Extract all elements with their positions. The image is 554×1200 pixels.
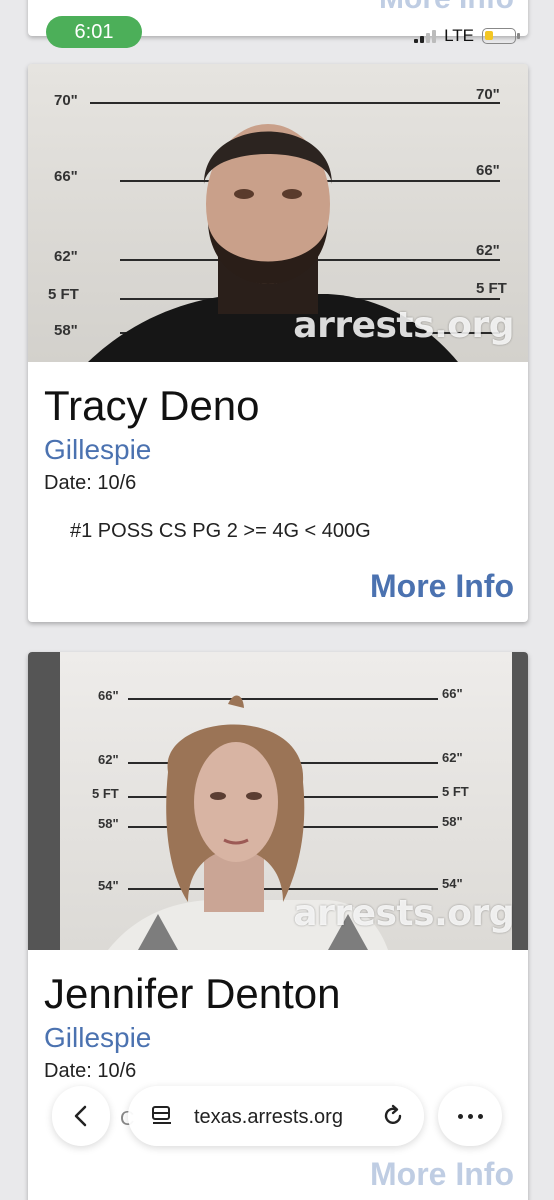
mugshot-photo[interactable]: 66" 66" 62" 62" 5 FT 5 FT 58" 58" 54" 54… [28,652,528,950]
more-menu-button[interactable] [438,1086,502,1146]
status-time: 6:01 [46,16,142,48]
arrest-card[interactable]: 70" 70" 66" 66" 62" 62" 5 FT 5 FT 58" ar… [28,64,528,622]
battery-icon [482,28,520,44]
more-dots-icon [457,1113,463,1119]
signal-icon [414,29,437,43]
reader-mode-icon[interactable] [150,1104,174,1128]
url-text[interactable]: texas.arrests.org [194,1106,343,1129]
back-button[interactable] [52,1086,110,1146]
county-link[interactable]: Gillespie [44,1022,151,1054]
charge-text: #1 POSS CS PG 2 >= 4G < 400G [70,520,371,542]
reload-icon[interactable] [380,1103,406,1129]
watermark: arrests.org [293,305,514,346]
county-link[interactable]: Gillespie [44,434,151,466]
person-name[interactable]: Tracy Deno [44,382,260,430]
mugshot-photo[interactable]: 70" 70" 66" 66" 62" 62" 5 FT 5 FT 58" ar… [28,64,528,362]
arrest-date: Date: 10/6 [44,1060,137,1082]
more-info-link[interactable]: More Info [370,1156,514,1193]
network-label: LTE [444,26,474,45]
address-bar[interactable]: texas.arrests.org [128,1086,424,1146]
watermark: arrests.org [293,893,514,934]
arrest-date: Date: 10/6 [44,472,137,494]
person-name[interactable]: Jennifer Denton [44,970,341,1018]
chevron-left-icon [74,1105,87,1127]
more-info-link[interactable]: More Info [370,568,514,605]
status-indicators: LTE [414,26,520,46]
status-bar: 6:01 LTE [0,0,554,56]
